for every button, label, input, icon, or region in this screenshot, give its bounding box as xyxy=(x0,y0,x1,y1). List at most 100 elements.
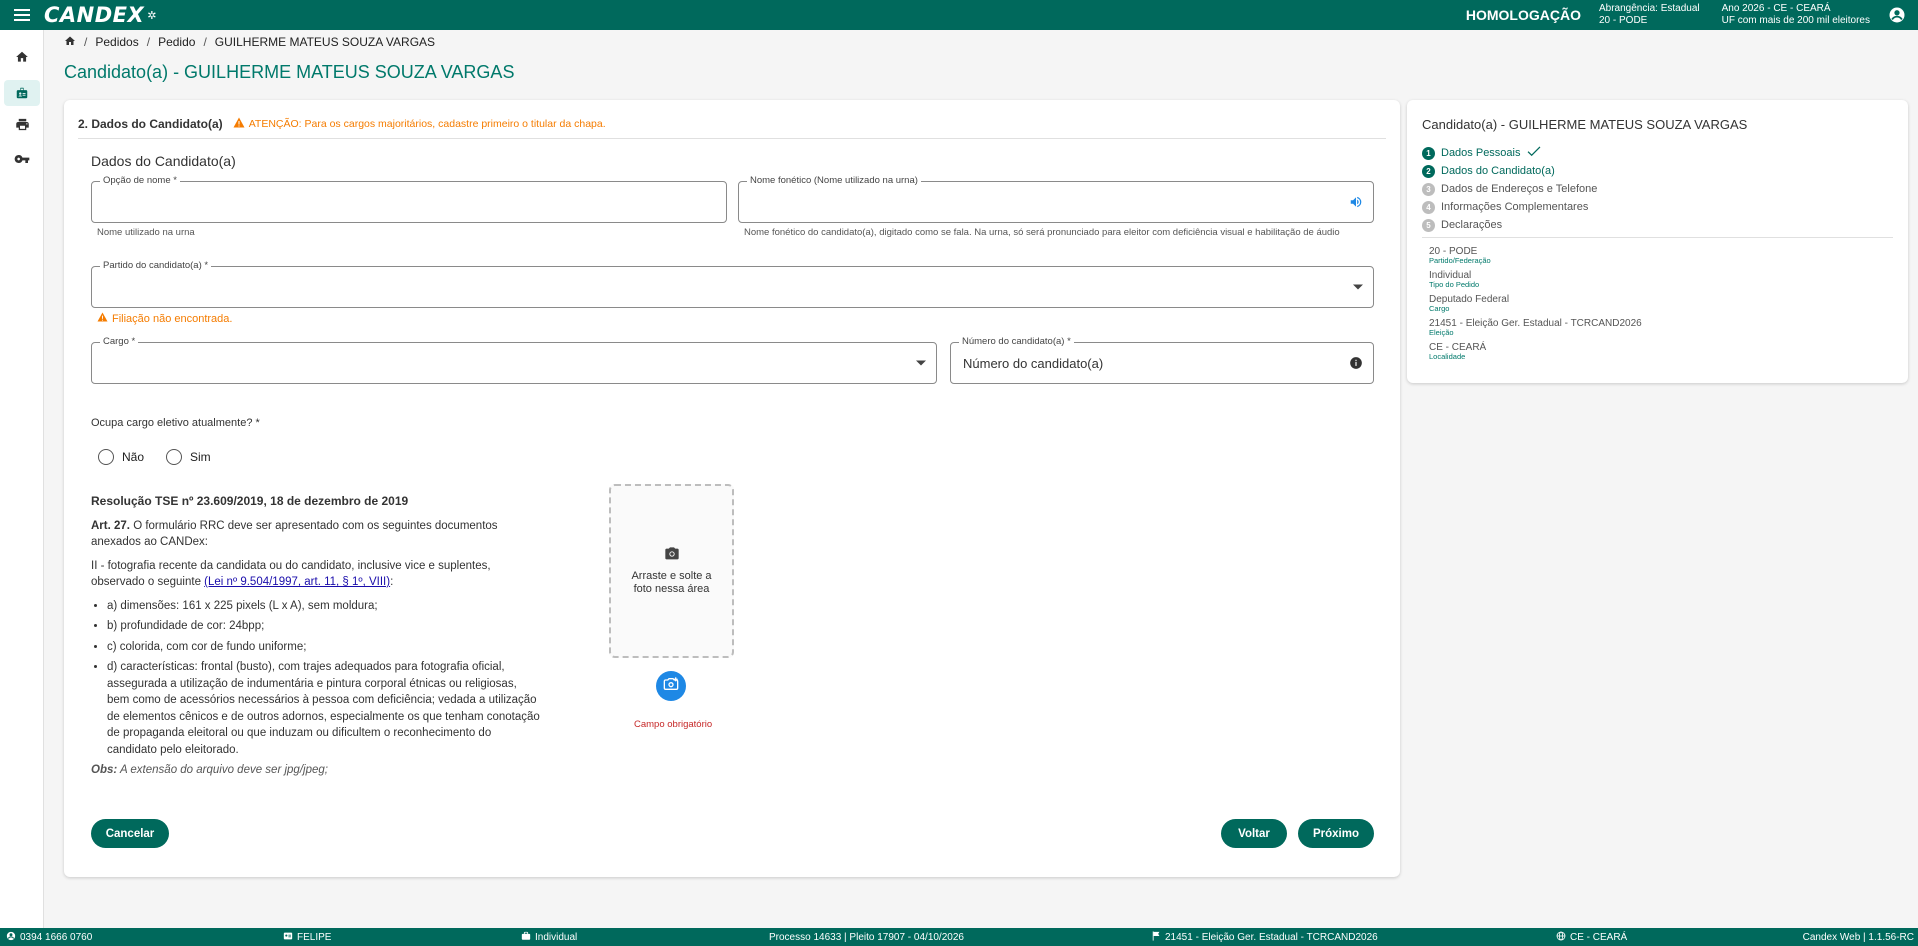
page-title: Candidato(a) - GUILHERME MATEUS SOUZA VA… xyxy=(64,62,515,82)
cancel-button[interactable]: Cancelar xyxy=(91,819,169,848)
step-label: Declarações xyxy=(1441,219,1503,231)
menu-icon[interactable] xyxy=(0,0,44,30)
info-localidade: CE - CEARÁ Localidade xyxy=(1429,342,1642,361)
fonetico-input[interactable] xyxy=(739,182,1373,222)
info-icon[interactable] xyxy=(1349,356,1363,370)
partido-error-text: Filiação não encontrada. xyxy=(112,312,233,325)
top-app-bar: CANDEX ✲ HOMOLOGAÇÃO Abrangência: Estadu… xyxy=(0,0,1918,30)
section-title: 2. Dados do Candidato(a) xyxy=(78,117,223,131)
logo-star-icon: ✲ xyxy=(147,8,157,22)
status-locality: CE - CEARÁ xyxy=(1556,928,1627,946)
add-photo-button[interactable] xyxy=(656,671,686,701)
info-tipo: Individual Tipo do Pedido xyxy=(1429,270,1642,289)
sidebar-item-pedidos[interactable] xyxy=(0,76,44,110)
nome-hint: Nome utilizado na urna xyxy=(97,227,195,238)
form-subtitle: Dados do Candidato(a) xyxy=(91,153,236,169)
fonetico-label: Nome fonético (Nome utilizado na urna) xyxy=(747,175,921,186)
briefcase-icon xyxy=(521,931,531,944)
status-user-text: FELIPE xyxy=(297,931,332,943)
numero-input[interactable] xyxy=(951,343,1373,383)
radio-nao-label: Não xyxy=(122,450,145,464)
environment-label: HOMOLOGAÇÃO xyxy=(1465,7,1581,23)
resolution-article: Art. 27. O formulário RRC deve ser apres… xyxy=(91,518,541,551)
globe-icon xyxy=(1556,931,1566,944)
step-dados-pessoais[interactable]: 1 Dados Pessoais xyxy=(1422,144,1597,162)
cargo-label: Cargo * xyxy=(100,336,139,347)
info-key: Tipo do Pedido xyxy=(1429,280,1480,289)
breadcrumb-pedidos[interactable]: Pedidos xyxy=(95,35,138,49)
radio-nao[interactable]: Não xyxy=(98,449,144,465)
next-button[interactable]: Próximo xyxy=(1298,819,1374,848)
law-link[interactable]: (Lei nº 9.504/1997, art. 11, § 1º, VIII) xyxy=(204,576,390,588)
fonetico-field[interactable]: Nome fonético (Nome utilizado na urna) xyxy=(738,175,1374,223)
step-label: Dados do Candidato(a) xyxy=(1441,165,1555,177)
info-eleicao: 21451 - Eleição Ger. Estadual - TCRCAND2… xyxy=(1429,318,1642,337)
ano-line1: Ano 2026 - CE - CEARÁ xyxy=(1721,3,1831,14)
ocupa-cargo-radio-group: Não Sim xyxy=(98,449,211,465)
section-divider xyxy=(78,138,1386,139)
section-warning-text: ATENÇÃO: Para os cargos majoritários, ca… xyxy=(248,118,606,130)
partido-input[interactable] xyxy=(92,267,1373,307)
breadcrumb-separator: / xyxy=(146,35,151,49)
abrangencia-info: Abrangência: Estadual 20 - PODE xyxy=(1599,3,1700,27)
sidebar-item-home[interactable] xyxy=(0,42,44,76)
step-number: 1 xyxy=(1422,146,1435,160)
breadcrumb-home-icon[interactable] xyxy=(64,35,76,50)
nome-field[interactable]: Opção de nome * xyxy=(91,175,727,223)
sidebar-item-print[interactable] xyxy=(0,110,44,144)
status-type-text: Individual xyxy=(535,931,578,943)
info-partido: 20 - PODE Partido/Federação xyxy=(1429,246,1642,265)
app-logo[interactable]: CANDEX ✲ xyxy=(44,3,157,27)
obs-text: A extensão do arquivo deve ser jpg/jpeg; xyxy=(117,764,328,776)
sidebar-item-key[interactable] xyxy=(0,144,44,178)
resolution-title: Resolução TSE nº 23.609/2019, 18 de deze… xyxy=(91,494,409,508)
progress-card: Candidato(a) - GUILHERME MATEUS SOUZA VA… xyxy=(1407,100,1908,383)
step-dados-candidato[interactable]: 2 Dados do Candidato(a) xyxy=(1422,162,1597,180)
key-icon xyxy=(14,151,30,172)
photo-required-text: Campo obrigatório xyxy=(634,719,713,730)
back-button[interactable]: Voltar xyxy=(1221,819,1287,848)
cargo-select[interactable]: Cargo * xyxy=(91,336,937,384)
summary-info: 20 - PODE Partido/Federação Individual T… xyxy=(1429,246,1642,366)
obs-label: Obs: xyxy=(91,764,118,776)
numero-field[interactable]: Número do candidato(a) * xyxy=(950,336,1374,384)
logo-text: CANDEX xyxy=(44,3,145,27)
account-circle-icon[interactable] xyxy=(1882,0,1912,30)
candidate-form-card: 2. Dados do Candidato(a) ATENÇÃO: Para o… xyxy=(64,100,1400,877)
radio-sim-label: Sim xyxy=(190,450,211,464)
radio-sim[interactable]: Sim xyxy=(166,449,211,465)
step-info-complementares[interactable]: 4 Informações Complementares xyxy=(1422,198,1597,216)
radio-circle[interactable] xyxy=(166,449,183,465)
step-label: Dados de Endereços e Telefone xyxy=(1441,183,1598,195)
photo-dropzone[interactable]: Arraste e solte a foto nessa área xyxy=(609,484,734,658)
step-number: 5 xyxy=(1422,218,1435,232)
nome-input[interactable] xyxy=(92,182,726,222)
status-process: Processo 14633 | Pleito 17907 - 04/10/20… xyxy=(769,931,964,943)
nome-label: Opção de nome * xyxy=(100,175,180,186)
status-election-text: 21451 - Eleição Ger. Estadual - TCRCAND2… xyxy=(1165,931,1378,943)
step-declaracoes[interactable]: 5 Declarações xyxy=(1422,216,1597,234)
print-icon xyxy=(15,117,30,137)
breadcrumb-separator: / xyxy=(203,35,207,49)
chevron-down-icon[interactable] xyxy=(1353,284,1363,290)
chevron-down-icon[interactable] xyxy=(916,360,926,366)
step-enderecos[interactable]: 3 Dados de Endereços e Telefone xyxy=(1422,180,1597,198)
status-version: Candex Web | 1.1.56-RC xyxy=(1802,931,1914,943)
fonetico-hint: Nome fonético do candidato(a), digitado … xyxy=(744,227,1340,238)
radio-circle[interactable] xyxy=(98,449,114,465)
volume-icon[interactable] xyxy=(1349,195,1363,209)
warning-icon xyxy=(97,312,108,325)
partido-select[interactable]: Partido do candidato(a) * xyxy=(91,260,1374,308)
breadcrumb-separator: / xyxy=(84,35,88,49)
info-value: 21451 - Eleição Ger. Estadual - TCRCAND2… xyxy=(1429,318,1642,329)
status-phone-text: 0394 1666 0760 xyxy=(20,931,93,943)
breadcrumb-pedido[interactable]: Pedido xyxy=(158,35,195,49)
section-warning: ATENÇÃO: Para os cargos majoritários, ca… xyxy=(233,117,606,131)
step-label: Informações Complementares xyxy=(1441,201,1589,213)
cargo-input[interactable] xyxy=(92,343,936,383)
info-cargo: Deputado Federal Cargo xyxy=(1429,294,1642,313)
resolution-text: Resolução TSE nº 23.609/2019, 18 de deze… xyxy=(91,493,541,779)
step-number: 3 xyxy=(1422,182,1435,196)
progress-divider xyxy=(1422,237,1893,238)
abrangencia-line1: Abrangência: Estadual xyxy=(1598,3,1700,14)
